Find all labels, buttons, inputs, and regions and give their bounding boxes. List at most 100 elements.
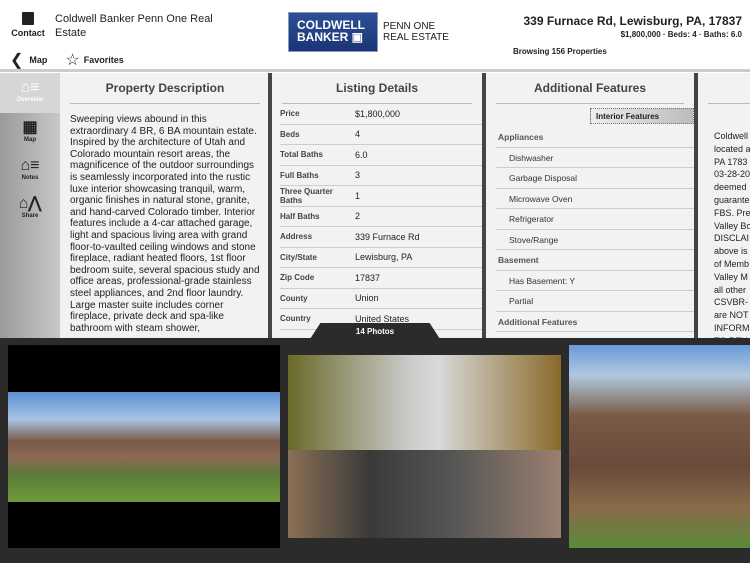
detail-value: United States	[355, 313, 410, 324]
detail-value: Union	[355, 293, 379, 304]
disclaimer-line: DISCLAI	[714, 233, 750, 244]
detail-row: Three Quarter Baths 1	[280, 186, 482, 207]
sidebar-item-overview[interactable]: ⌂≡ Overview	[0, 73, 60, 113]
disclaimer-line: PA 1783	[714, 156, 748, 167]
feature-item: Dishwasher	[496, 148, 694, 168]
panel-title: Listing Details	[282, 73, 472, 104]
sidebar-label: Notes	[21, 175, 39, 181]
detail-value: 2	[355, 211, 361, 222]
disclaimer-line: FBS. Pre	[714, 207, 750, 218]
contact-label: Contact	[11, 28, 45, 38]
disclaimer-line: INFORM	[714, 322, 750, 333]
disclaimer-line: CSVBR-	[714, 297, 749, 308]
feature-item: Stove/Range	[496, 230, 694, 250]
panel-title: Additional Features	[496, 73, 684, 104]
detail-key: Zip Code	[280, 273, 315, 283]
house-list-icon: ⌂≡	[20, 79, 40, 96]
photo-strip[interactable]	[0, 338, 750, 563]
chevron-left-icon[interactable]: ❮	[10, 50, 23, 70]
browsing-count: Browsing 156 Properties	[513, 47, 607, 56]
detail-key: Price	[280, 109, 300, 119]
detail-key: Country	[280, 314, 311, 324]
sidebar-item-map[interactable]: ▦ Map	[0, 113, 60, 151]
interior-features-tab[interactable]: Interior Features	[590, 108, 694, 124]
disclaimer-line: deemed	[714, 182, 747, 193]
detail-row: Price $1,800,000	[280, 104, 482, 125]
disclaimer-line: Valley Bo	[714, 220, 750, 231]
listing-summary: $1,800,000 · Beds: 4 · Baths: 6.0	[620, 30, 742, 39]
panel-title	[708, 73, 750, 104]
detail-value: 339 Furnace Rd	[355, 231, 420, 242]
disclaimer-line: guarante	[714, 194, 750, 205]
feature-item: Has Basement: Y	[496, 271, 694, 291]
disclaimer-panel: Coldwell Bo located a PA 1783 03-28-20 deeme…	[694, 73, 750, 338]
photo-1[interactable]	[8, 345, 280, 548]
logo-subtext: PENN ONE REAL ESTATE	[383, 21, 449, 43]
favorites-button[interactable]: Favorites	[84, 55, 124, 65]
sidebar: ⌂≡ Overview ▦ Map ⌂≡ Notes ⌂⋀ Share	[0, 73, 60, 338]
sidebar-label: Share	[21, 213, 39, 219]
chat-icon	[22, 12, 34, 25]
feature-category: Basement	[496, 250, 694, 271]
header: Contact Coldwell Banker Penn One Real Es…	[0, 0, 750, 72]
feature-category: Appliances	[496, 127, 694, 148]
detail-key: Total Baths	[280, 150, 323, 160]
detail-key: Full Baths	[280, 170, 319, 180]
detail-key: Half Baths	[280, 211, 320, 221]
detail-row: City/State Lewisburg, PA	[280, 248, 482, 268]
listing-details-panel: Listing Details Price $1,800,000 Beds 4 Tota…	[268, 73, 482, 338]
additional-features-panel: Additional Features Interior Features Ap…	[482, 73, 694, 338]
disclaimer-line: 03-28-20	[714, 169, 750, 180]
feature-category: Additional Features	[496, 312, 694, 332]
detail-key: Address	[280, 232, 313, 242]
sidebar-label: Overview	[16, 97, 44, 103]
contact-button[interactable]: Contact	[10, 10, 46, 38]
listing-address: 339 Furnace Rd, Lewisburg, PA, 17837	[523, 14, 742, 28]
sidebar-label: Map	[24, 137, 36, 143]
photos-count-tab[interactable]: 14 Photos	[310, 323, 440, 339]
detail-key: City/State	[280, 252, 317, 262]
sidebar-item-notes[interactable]: ⌂≡ Notes	[0, 151, 60, 189]
share-icon: ⌂⋀	[18, 195, 42, 212]
property-description-panel: Property Description Sweeping views abou…	[60, 73, 270, 338]
description-text: Sweeping views abound in this extraordin…	[70, 114, 260, 334]
detail-key: Beds	[280, 129, 300, 139]
notes-icon: ⌂≡	[20, 157, 40, 174]
map-back-button[interactable]: Map	[29, 55, 47, 65]
detail-key: Three Quarter Baths	[280, 186, 333, 205]
map-icon: ▦	[22, 119, 38, 136]
detail-value: 6.0	[355, 149, 368, 160]
disclaimer-line: located a	[714, 143, 750, 154]
detail-value: Lewisburg, PA	[355, 252, 413, 263]
disclaimer-text: Coldwell Bo located a PA 1783 03-28-20 deeme…	[698, 104, 750, 338]
feature-item: Partial	[496, 291, 694, 312]
photo-2[interactable]	[288, 355, 561, 538]
agency-name: Coldwell Banker Penn One Real Estate	[55, 13, 213, 39]
detail-value: 17837	[355, 272, 381, 283]
detail-row: County Union	[280, 289, 482, 309]
detail-row: Zip Code 17837	[280, 268, 482, 289]
disclaimer-line: Coldwell Bo	[714, 131, 750, 141]
disclaimer-line: Valley M	[714, 271, 748, 282]
star-icon[interactable]: ☆	[65, 50, 79, 70]
feature-item: Refrigerator	[496, 209, 694, 230]
feature-item: Garbage Disposal	[496, 168, 694, 189]
panel-title: Property Description	[70, 73, 260, 104]
detail-row: Full Baths 3	[280, 166, 482, 186]
detail-value: 1	[355, 190, 361, 201]
sidebar-item-share[interactable]: ⌂⋀ Share	[0, 189, 60, 227]
coldwell-banker-logo: COLDWELL BANKER ▣	[288, 12, 378, 52]
detail-row: Beds 4	[280, 125, 482, 145]
detail-row: Half Baths 2	[280, 207, 482, 227]
detail-row: Total Baths 6.0	[280, 145, 482, 166]
detail-key: County	[280, 293, 308, 303]
disclaimer-line: all other	[714, 284, 747, 295]
photo-3[interactable]	[569, 345, 750, 548]
feature-item: Microwave Oven	[496, 189, 694, 209]
disclaimer-line: above is	[714, 246, 748, 257]
disclaimer-line: of Memb	[714, 258, 750, 269]
disclaimer-line: are NOT	[714, 310, 749, 321]
detail-value: $1,800,000	[355, 108, 401, 119]
detail-value: 4	[355, 129, 361, 140]
detail-value: 3	[355, 170, 361, 181]
